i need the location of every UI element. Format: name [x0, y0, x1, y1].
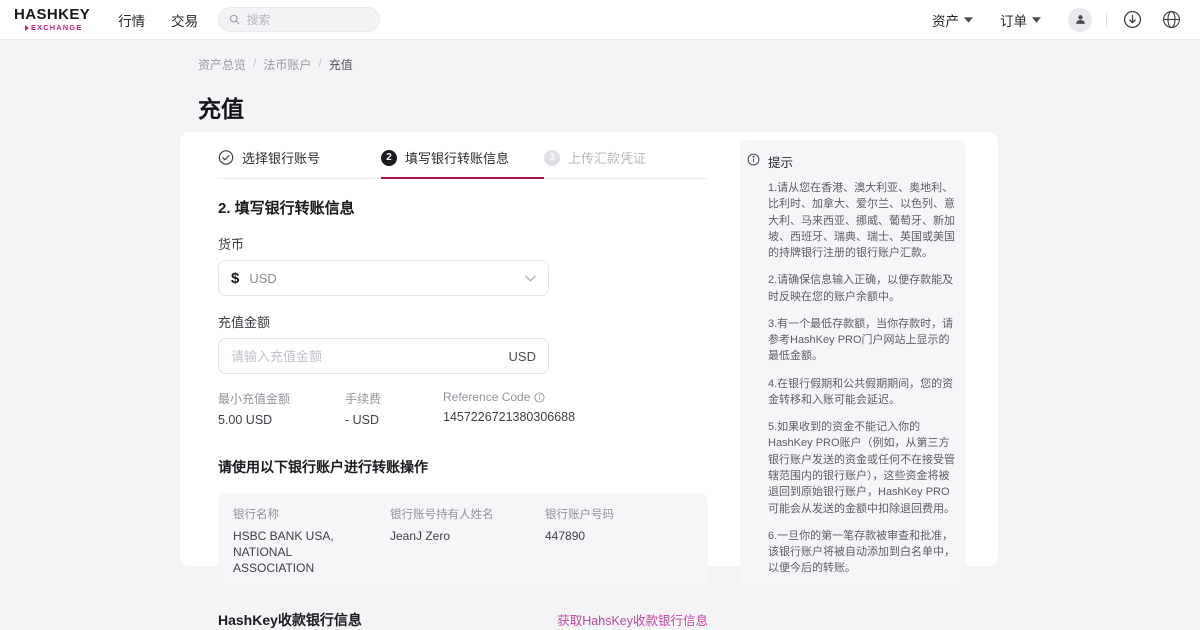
step-number-icon: 3: [544, 149, 560, 166]
breadcrumb-separator: /: [318, 56, 322, 70]
dollar-icon: $: [231, 269, 240, 287]
step-fill-transfer-info[interactable]: 2 填写银行转账信息: [381, 148, 544, 179]
breadcrumb-current: 充值: [328, 58, 353, 72]
search-input[interactable]: [246, 12, 370, 27]
tip-item-2: 2.请确保信息输入正确，以便存款能及时反映在您的账户余额中。: [768, 274, 954, 303]
step-label: 填写银行转账信息: [405, 151, 510, 166]
user-icon: [1075, 15, 1085, 24]
breadcrumb-separator: /: [253, 56, 257, 70]
currency-value: USD: [249, 270, 277, 286]
chevron-down-icon: [964, 16, 973, 23]
step-upload-proof[interactable]: 3 上传汇款凭证: [544, 148, 707, 178]
tip-item-4: 4.在银行假期和公共假期期间，您的资金转移和入账可能会延迟。: [768, 377, 954, 406]
receiving-bank-title: HashKey收款银行信息: [218, 611, 362, 628]
download-app-button[interactable]: [1121, 9, 1143, 31]
step-indicator: 选择银行账号 2 填写银行转账信息 3 上传汇款凭证: [218, 148, 707, 179]
assets-menu[interactable]: 资产: [932, 10, 973, 30]
search-icon: [230, 14, 240, 25]
logo-arrow-icon: [25, 25, 29, 31]
fee-label: 手续费: [345, 392, 382, 406]
chevron-down-icon: [525, 274, 536, 282]
step-select-bank-account[interactable]: 选择银行账号: [218, 148, 381, 178]
tip-item-5: 5.如果收到的资金不能记入你的HashKey PRO账户（例如，从第三方银行账户…: [768, 421, 955, 515]
check-circle-icon: [218, 150, 234, 166]
logo-text: HASHKEY: [14, 6, 91, 24]
fee: 手续费 - USD: [345, 390, 443, 427]
amount-input[interactable]: [231, 348, 499, 364]
amount-input-box: USD: [218, 338, 549, 374]
chevron-down-icon: [1032, 16, 1041, 23]
min-deposit: 最小充值金额 5.00 USD: [218, 390, 345, 427]
currency-select[interactable]: $ USD: [218, 260, 549, 296]
info-icon: [747, 153, 760, 166]
bank-name-label: 银行名称: [233, 509, 279, 521]
user-avatar[interactable]: [1068, 7, 1092, 32]
bank-holder-value: JeanJ Zero: [390, 529, 451, 543]
breadcrumb-fiat-account[interactable]: 法币账户: [263, 56, 311, 73]
top-right-menu: 资产 订单: [932, 7, 1184, 32]
reference-code-value: 1457226721380306688: [443, 410, 576, 424]
step-label: 选择银行账号: [242, 151, 321, 166]
info-icon[interactable]: [534, 391, 545, 403]
bank-account-number-value: 447890: [545, 529, 586, 543]
header-divider: [1106, 12, 1107, 27]
receiving-bank-row: HashKey收款银行信息 获取HahsKey收款银行信息: [218, 610, 708, 630]
language-button[interactable]: [1160, 9, 1182, 31]
page-title: 充值: [198, 96, 244, 122]
breadcrumb: 资产总览 / 法币账户 / 充值: [198, 56, 353, 73]
bank-account-info-box: 银行名称 HSBC BANK USA, NATIONAL ASSOCIATION…: [218, 493, 708, 590]
amount-suffix: USD: [508, 348, 536, 364]
nav-item-trade[interactable]: 交易: [171, 10, 198, 30]
logo-subtext: EXCHANGE: [31, 23, 83, 33]
search-box[interactable]: [218, 7, 381, 32]
tips-panel: 提示 1.请从您在香港、澳大利亚、奥地利、比利时、加拿大、爱尔兰、以色列、意大利…: [740, 140, 966, 590]
step-label: 上传汇款凭证: [568, 151, 647, 166]
globe-icon: [1162, 11, 1180, 28]
bank-account-number-label: 银行账户号码: [545, 509, 614, 521]
tip-item-3: 3.有一个最低存款额，当你存款时，请参考HashKey PRO门户网站上显示的最…: [768, 317, 954, 363]
main-nav: 行情 交易: [118, 10, 198, 30]
nav-item-markets[interactable]: 行情: [118, 10, 145, 30]
tip-item-6: 6.一旦你的第一笔存款被审查和批准，该银行账户将被自动添加到白名单中，以便今后的…: [768, 529, 955, 575]
reference-code-label: Reference Code: [443, 390, 531, 404]
breadcrumb-assets-overview[interactable]: 资产总览: [198, 56, 246, 73]
bank-holder-label: 银行账号持有人姓名: [390, 509, 494, 521]
hashkey-logo[interactable]: HASHKEY EXCHANGE: [14, 7, 90, 32]
orders-menu[interactable]: 订单: [1000, 10, 1041, 30]
top-navigation-bar: HASHKEY EXCHANGE 行情 交易 资产 订单: [0, 0, 1200, 40]
download-icon: [1123, 10, 1141, 29]
get-receiving-bank-info-link[interactable]: 获取HahsKey收款银行信息: [557, 610, 708, 629]
tips-title: 提示: [768, 156, 794, 170]
tip-item-1: 1.请从您在香港、澳大利亚、奥地利、比利时、加拿大、爱尔兰、以色列、意大利、马来…: [768, 182, 955, 260]
bank-name-value: HSBC BANK USA, NATIONAL ASSOCIATION: [233, 529, 334, 576]
min-deposit-label: 最小充值金额: [218, 392, 291, 406]
step-number-icon: 2: [381, 149, 397, 166]
min-deposit-value: 5.00 USD: [218, 413, 273, 427]
reference-code: Reference Code 1457226721380306688: [443, 390, 585, 427]
fee-value: - USD: [345, 413, 380, 427]
